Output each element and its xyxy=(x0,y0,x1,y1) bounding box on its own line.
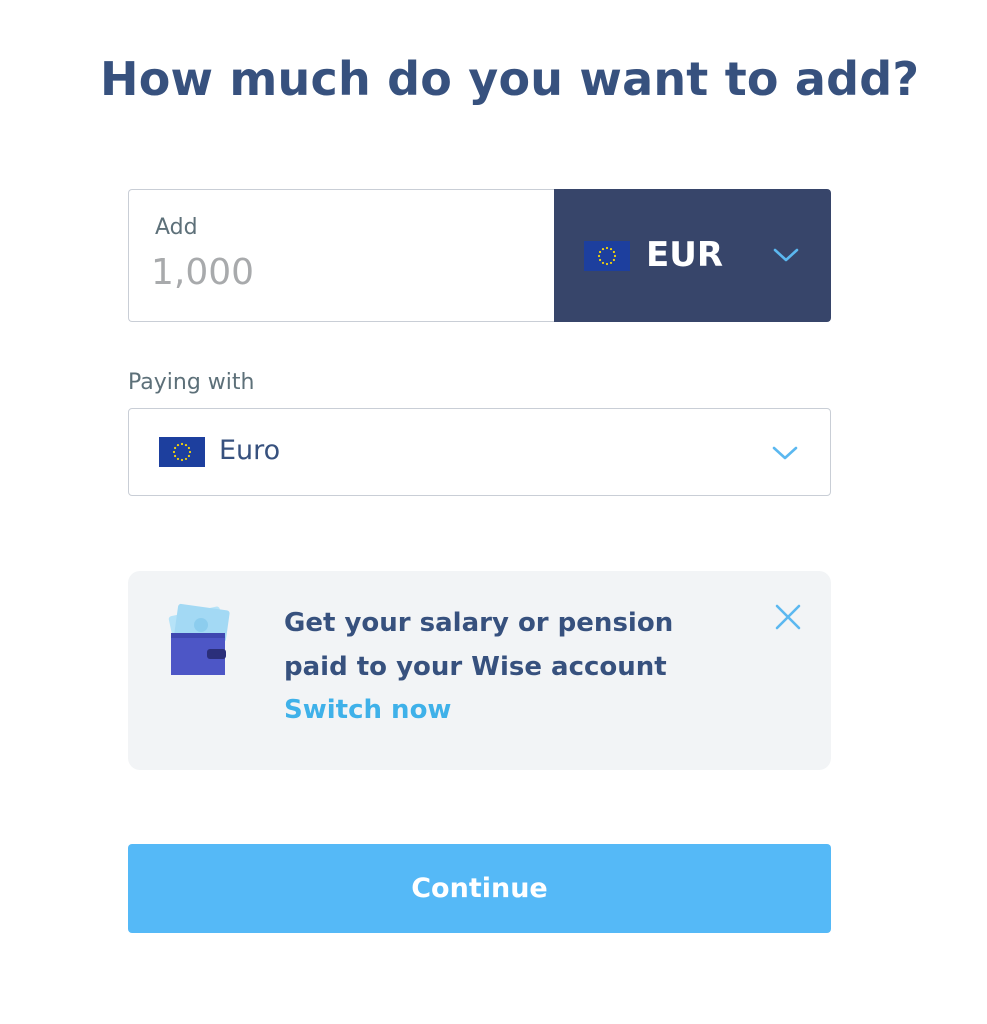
currency-selector[interactable]: EUR xyxy=(554,189,831,322)
page-title: How much do you want to add? xyxy=(100,52,920,106)
close-icon[interactable] xyxy=(772,601,804,633)
chevron-down-icon xyxy=(773,247,799,267)
amount-field[interactable]: Add xyxy=(128,189,554,322)
continue-button[interactable]: Continue xyxy=(128,844,831,933)
amount-row: Add EUR xyxy=(128,189,831,322)
paying-with-label: Paying with xyxy=(128,370,255,395)
switch-now-link[interactable]: Switch now xyxy=(284,695,451,725)
amount-input[interactable] xyxy=(151,252,531,293)
paying-with-value: Euro xyxy=(219,435,281,466)
amount-label: Add xyxy=(155,215,198,240)
promo-message: Get your salary or pension paid to your … xyxy=(284,608,674,682)
currency-code: EUR xyxy=(646,235,724,275)
eu-flag-icon xyxy=(159,437,205,471)
promo-card: Get your salary or pension paid to your … xyxy=(128,571,831,770)
chevron-down-icon xyxy=(772,445,798,465)
wallet-with-banknotes-icon xyxy=(168,603,232,683)
paying-with-select[interactable]: Euro xyxy=(128,408,831,496)
eu-flag-icon xyxy=(584,241,630,275)
